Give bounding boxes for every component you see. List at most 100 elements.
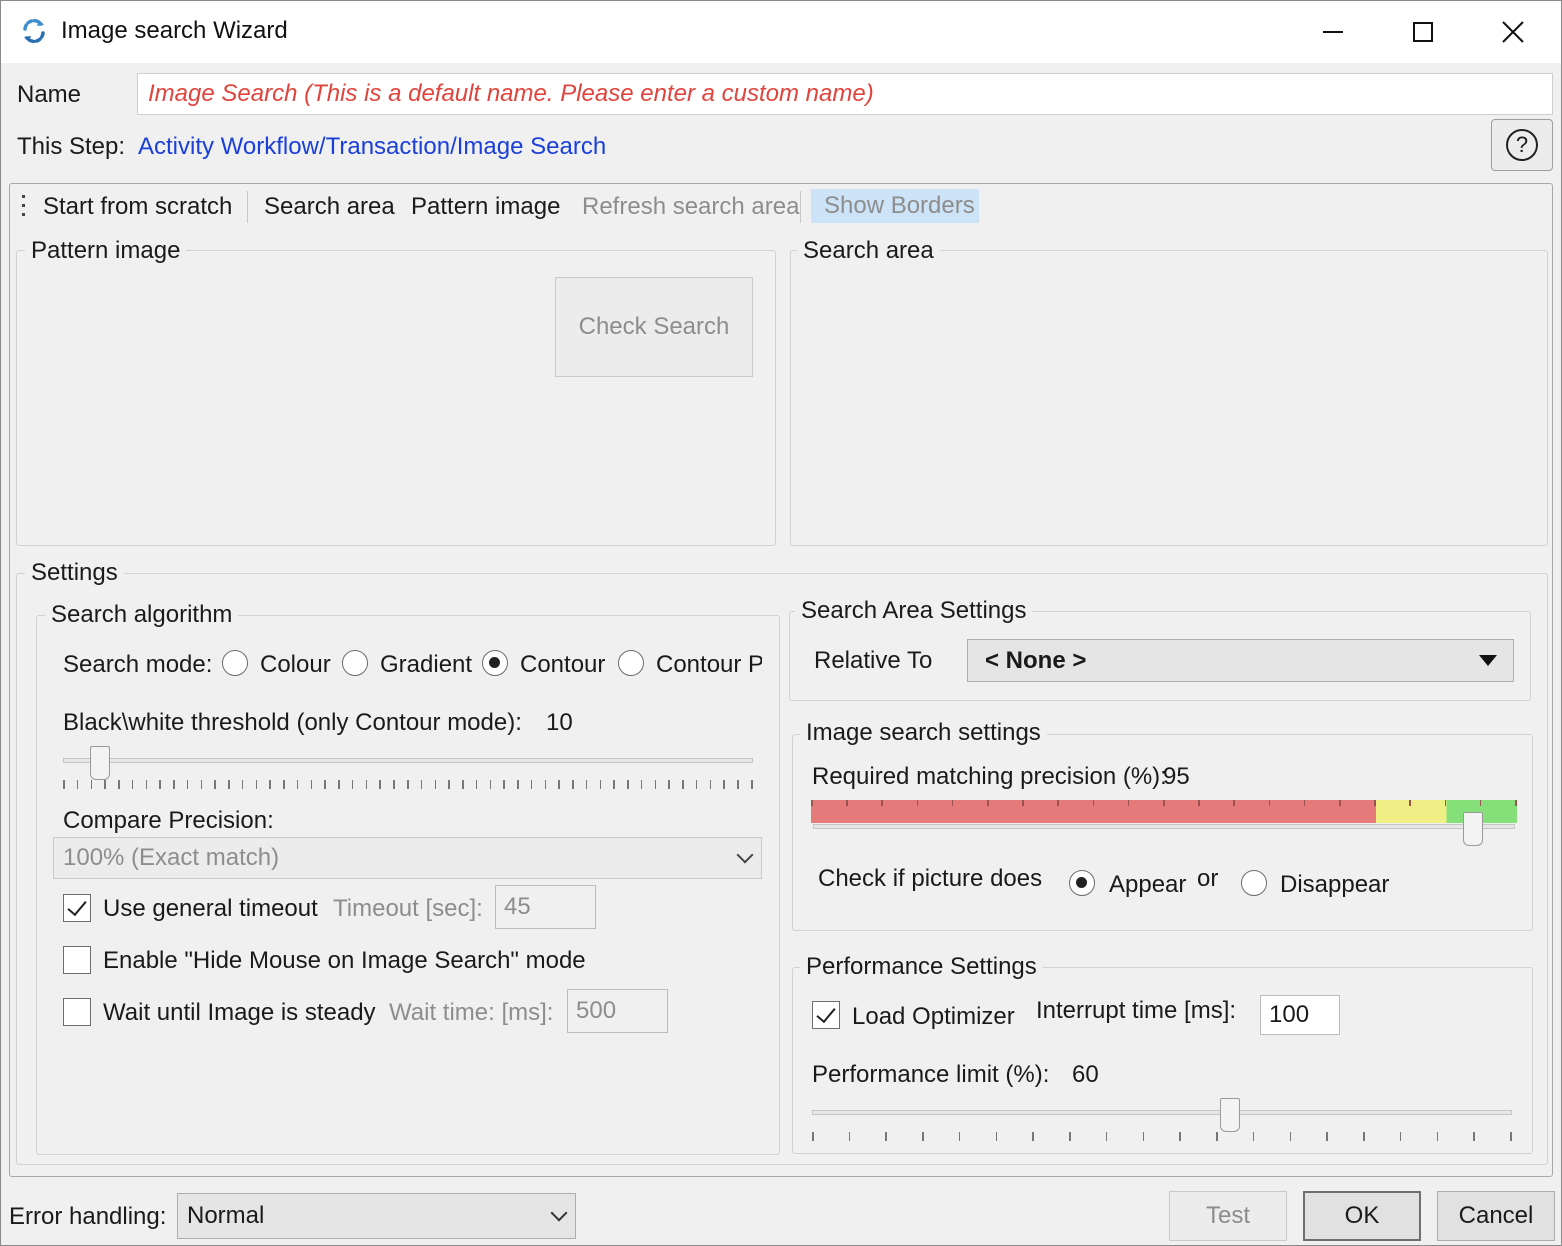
- slider-tick: [558, 780, 560, 789]
- wait-time-input[interactable]: 500: [567, 989, 668, 1033]
- contour-p-radio-label: Contour P: [656, 651, 762, 678]
- slider-tick: [186, 780, 189, 789]
- slider-tick: [351, 780, 354, 789]
- slider-tick: [599, 780, 602, 789]
- performance-limit-slider-track: [812, 1110, 1512, 1115]
- disappear-radio[interactable]: [1241, 870, 1267, 896]
- appear-radio[interactable]: [1069, 870, 1095, 896]
- relative-to-select[interactable]: < None >: [967, 639, 1514, 682]
- slider-tick: [654, 780, 657, 789]
- toolbar-grip-icon: [21, 193, 26, 219]
- general-timeout-label: Use general timeout: [103, 895, 318, 922]
- slider-tick: [1409, 800, 1411, 806]
- slider-tick: [1479, 800, 1482, 806]
- slider-tick: [951, 800, 954, 806]
- slider-tick: [296, 780, 299, 789]
- slider-tick: [1268, 800, 1271, 806]
- window-title: Image search Wizard: [61, 17, 288, 44]
- search-area-settings-legend: Search Area Settings: [795, 597, 1033, 625]
- slider-tick: [489, 780, 492, 789]
- check-picture-label: Check if picture does: [818, 865, 1043, 892]
- error-handling-value: Normal: [187, 1202, 265, 1229]
- disappear-radio-label: Disappear: [1280, 871, 1390, 898]
- maximize-button[interactable]: [1383, 7, 1463, 57]
- slider-tick: [1163, 800, 1165, 806]
- settings-legend: Settings: [25, 559, 124, 587]
- precision-slider[interactable]: [811, 800, 1517, 846]
- slider-tick: [159, 780, 161, 789]
- performance-limit-slider-thumb[interactable]: [1220, 1098, 1240, 1132]
- threshold-slider-thumb[interactable]: [89, 746, 110, 780]
- show-borders-toggle[interactable]: Show Borders: [811, 189, 979, 223]
- image-search-settings-legend: Image search settings: [800, 719, 1047, 747]
- ok-button[interactable]: OK: [1303, 1191, 1421, 1241]
- slider-tick: [365, 780, 368, 789]
- hide-mouse-checkbox[interactable]: [63, 946, 91, 974]
- general-timeout-checkbox[interactable]: [63, 894, 91, 922]
- slider-tick: [723, 780, 725, 789]
- slider-tick: [214, 780, 216, 789]
- chevron-down-icon: [736, 846, 754, 864]
- slider-tick: [613, 780, 615, 789]
- gradient-radio[interactable]: [342, 650, 368, 676]
- title-bar[interactable]: Image search Wizard: [1, 1, 1561, 63]
- close-button[interactable]: [1473, 7, 1553, 57]
- minimize-button[interactable]: [1293, 7, 1373, 57]
- slider-tick: [269, 780, 271, 789]
- threshold-value: 10: [546, 709, 573, 736]
- error-handling-select[interactable]: Normal: [177, 1193, 576, 1239]
- name-input-placeholder: Image Search (This is a default name. Pl…: [148, 80, 874, 107]
- slider-tick: [916, 800, 919, 806]
- threshold-slider[interactable]: [63, 746, 753, 792]
- cancel-button[interactable]: Cancel: [1437, 1191, 1555, 1241]
- wait-steady-label: Wait until Image is steady: [103, 999, 376, 1026]
- performance-settings-legend: Performance Settings: [800, 953, 1043, 981]
- slider-tick: [922, 1132, 924, 1141]
- performance-limit-slider-ticks: [812, 1132, 1512, 1142]
- load-optimizer-checkbox[interactable]: [812, 1001, 840, 1029]
- step-path-link[interactable]: Activity Workflow/Transaction/Image Sear…: [138, 133, 606, 161]
- search-area-button[interactable]: Search area: [264, 193, 395, 221]
- precision-slider-ticks: [811, 800, 1517, 810]
- precision-label: Required matching precision (%):: [812, 763, 1167, 790]
- slider-tick: [1399, 1132, 1402, 1141]
- colour-radio[interactable]: [222, 650, 248, 676]
- timeout-input[interactable]: 45: [495, 885, 596, 929]
- pattern-image-legend: Pattern image: [25, 237, 187, 265]
- performance-limit-slider[interactable]: [812, 1098, 1512, 1144]
- slider-tick: [379, 780, 381, 789]
- precision-slider-track: [813, 824, 1515, 829]
- slider-tick: [393, 780, 395, 789]
- precision-slider-thumb[interactable]: [1462, 812, 1483, 846]
- slider-tick: [448, 780, 450, 789]
- check-search-button[interactable]: Check Search: [555, 277, 753, 377]
- toolbar-separator: [800, 191, 801, 223]
- slider-tick: [627, 780, 629, 789]
- contour-radio[interactable]: [482, 650, 508, 676]
- pattern-image-button[interactable]: Pattern image: [411, 193, 560, 221]
- slider-tick: [1216, 1132, 1218, 1141]
- compare-precision-select[interactable]: 100% (Exact match): [53, 837, 762, 879]
- start-from-scratch-button[interactable]: Start from scratch: [43, 193, 232, 221]
- slider-tick: [751, 780, 753, 789]
- interrupt-time-input[interactable]: 100: [1260, 995, 1340, 1035]
- slider-tick: [90, 780, 93, 789]
- wait-steady-checkbox[interactable]: [63, 998, 91, 1026]
- search-algorithm-group: [36, 615, 780, 1155]
- slider-tick: [173, 780, 175, 789]
- test-button[interactable]: Test: [1169, 1191, 1287, 1241]
- slider-tick: [241, 780, 244, 789]
- compare-precision-label: Compare Precision:: [63, 807, 274, 834]
- help-button[interactable]: ?: [1491, 119, 1553, 171]
- contour-p-radio[interactable]: [618, 650, 644, 676]
- slider-tick: [530, 780, 533, 789]
- slider-tick: [1032, 1132, 1034, 1141]
- toolbar-separator: [247, 191, 248, 223]
- refresh-search-area-button[interactable]: Refresh search area: [582, 193, 799, 221]
- name-input[interactable]: Image Search (This is a default name. Pl…: [137, 73, 1553, 115]
- slider-tick: [131, 780, 134, 789]
- slider-tick: [1436, 1132, 1439, 1141]
- slider-tick: [1515, 800, 1517, 806]
- slider-tick: [709, 780, 712, 789]
- slider-tick: [1252, 1132, 1255, 1141]
